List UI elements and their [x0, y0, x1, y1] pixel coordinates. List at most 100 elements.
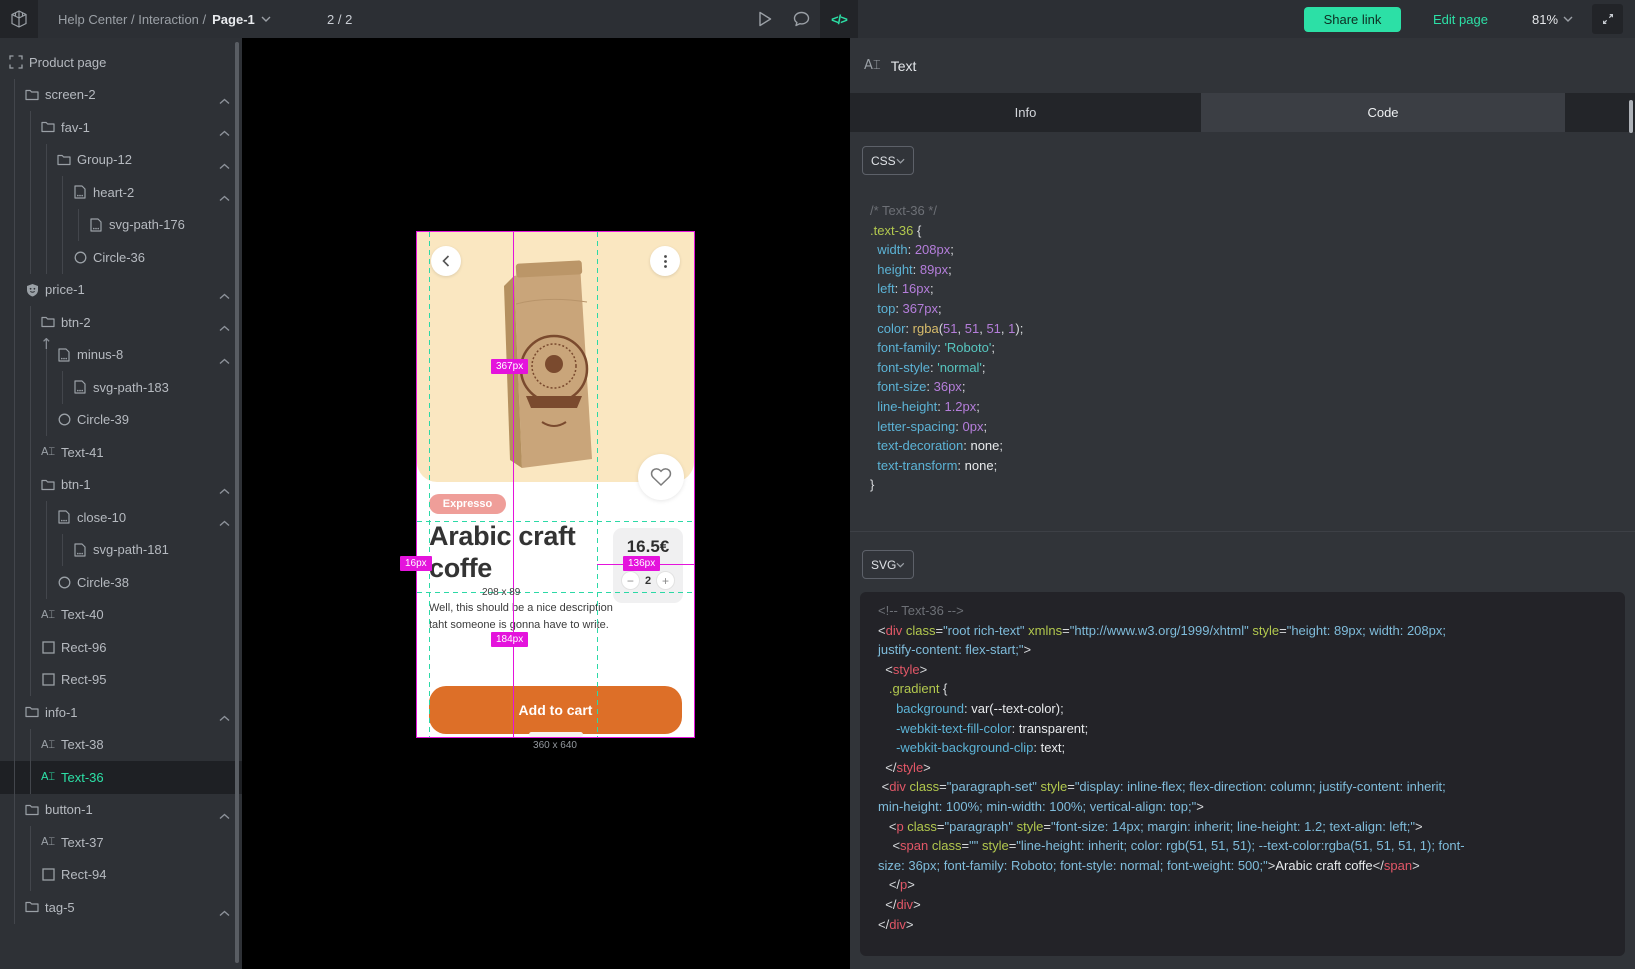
chevron-up-icon[interactable]	[219, 92, 230, 110]
kebab-menu-button[interactable]	[650, 246, 680, 276]
layer-row-button-1[interactable]: button-1	[0, 794, 242, 827]
layer-row-heart-2[interactable]: heart-2	[0, 176, 242, 209]
quantity-stepper[interactable]: − 2 +	[613, 571, 683, 590]
layer-row-fav-1[interactable]: fav-1	[0, 111, 242, 144]
tree-indent-guide	[30, 469, 31, 502]
code-line: justify-content: flex-start;">	[878, 640, 1465, 660]
chevron-up-icon[interactable]	[219, 807, 230, 825]
layer-row-text-38[interactable]: A⌶Text-38	[0, 729, 242, 762]
layer-row-info-1[interactable]: info-1	[0, 696, 242, 729]
code-view-button[interactable]: </>	[820, 0, 858, 38]
minus-icon: −	[627, 574, 634, 588]
layer-label: tag-5	[45, 900, 75, 915]
code-line: width: 208px;	[870, 240, 1023, 260]
tree-indent-guide	[46, 501, 47, 534]
chevron-up-icon[interactable]	[219, 904, 230, 922]
chevron-down-icon[interactable]	[261, 16, 271, 22]
svg-format-dropdown[interactable]: SVG	[862, 550, 914, 579]
product-title[interactable]: Arabic craft coffe	[429, 520, 603, 585]
layer-label: Text-37	[61, 835, 104, 850]
layer-row-tag-5[interactable]: tag-5	[0, 891, 242, 924]
increment-button[interactable]: +	[656, 571, 675, 590]
breadcrumb-current-page[interactable]: Page-1	[212, 12, 255, 27]
tree-indent-guide	[30, 664, 31, 697]
tree-indent-guide	[46, 566, 47, 599]
svgfile-icon	[72, 542, 88, 558]
favorite-button[interactable]	[638, 454, 684, 500]
tree-indent-guide	[14, 404, 15, 437]
tab-info[interactable]: Info	[850, 93, 1201, 132]
category-tag[interactable]: Expresso	[429, 494, 506, 514]
rect-icon	[40, 639, 56, 655]
layer-row-circle-38[interactable]: Circle-38	[0, 566, 242, 599]
decrement-button[interactable]: −	[621, 571, 640, 590]
layer-row-btn-1[interactable]: btn-1	[0, 469, 242, 502]
comments-button[interactable]	[782, 0, 820, 38]
layer-tree: Product pagescreen-2fav-1Group-12heart-2…	[0, 46, 242, 924]
layer-row-circle-36[interactable]: Circle-36	[0, 241, 242, 274]
fullscreen-button[interactable]	[1592, 4, 1623, 34]
svg-code-container: <!-- Text-36 --><div class="root rich-te…	[860, 592, 1625, 956]
text-icon: A⌶	[40, 769, 56, 785]
layer-row-text-37[interactable]: A⌶Text-37	[0, 826, 242, 859]
layer-label: btn-2	[61, 315, 91, 330]
sidebar-scrollbar[interactable]	[235, 42, 239, 963]
tab-code[interactable]: Code	[1201, 93, 1565, 132]
svg-code-block[interactable]: <!-- Text-36 --><div class="root rich-te…	[878, 601, 1465, 934]
back-button[interactable]	[431, 246, 461, 276]
tree-indent-guide	[30, 859, 31, 892]
app-logo[interactable]	[0, 0, 38, 38]
chevron-up-icon[interactable]	[219, 319, 230, 337]
chevron-up-icon[interactable]	[219, 157, 230, 175]
chevron-up-icon[interactable]	[219, 287, 230, 305]
zoom-level-dropdown[interactable]: 81%	[1532, 0, 1573, 38]
layer-row-circle-39[interactable]: Circle-39	[0, 404, 242, 437]
play-button[interactable]	[746, 0, 784, 38]
layer-row-group-12[interactable]: Group-12	[0, 144, 242, 177]
layer-row-minus-8[interactable]: minus-8	[0, 339, 242, 372]
css-code-block[interactable]: /* Text-36 */.text-36 { width: 208px; he…	[870, 201, 1023, 495]
edit-page-link[interactable]: Edit page	[1433, 0, 1488, 38]
layer-row-text-36[interactable]: A⌶Text-36	[0, 761, 242, 794]
breadcrumb[interactable]: Help Center / Interaction / Page-1	[58, 0, 271, 38]
layer-row-rect-95[interactable]: Rect-95	[0, 664, 242, 697]
share-link-button[interactable]: Share link	[1304, 7, 1401, 32]
layer-row-text-40[interactable]: A⌶Text-40	[0, 599, 242, 632]
chevron-up-icon[interactable]	[219, 352, 230, 370]
code-line: </div>	[878, 895, 1465, 915]
code-line: -webkit-text-fill-color: transparent;	[878, 719, 1465, 739]
tree-indent-guide	[14, 631, 15, 664]
code-line: </div>	[878, 915, 1465, 935]
layer-row-price-1[interactable]: price-1	[0, 274, 242, 307]
design-canvas[interactable]: Expresso Arabic craft coffe 16.5€ − 2 + …	[242, 38, 850, 969]
chevron-up-icon[interactable]	[219, 709, 230, 727]
svg-dropdown-value: SVG	[871, 558, 896, 572]
code-line: <div class="root rich-text" xmlns="http:…	[878, 621, 1465, 641]
product-screen-frame[interactable]: Expresso Arabic craft coffe 16.5€ − 2 + …	[417, 232, 694, 737]
layer-row-rect-96[interactable]: Rect-96	[0, 631, 242, 664]
layer-row-svg-path-181[interactable]: svg-path-181	[0, 534, 242, 567]
css-format-dropdown[interactable]: CSS	[862, 146, 914, 175]
quantity-value: 2	[645, 575, 651, 587]
folder-icon	[24, 899, 40, 915]
layer-row-svg-path-183[interactable]: svg-path-183	[0, 371, 242, 404]
shield-icon	[24, 282, 40, 298]
layer-row-svg-path-176[interactable]: svg-path-176	[0, 209, 242, 242]
layer-row-rect-94[interactable]: Rect-94	[0, 859, 242, 892]
chevron-up-icon[interactable]	[219, 514, 230, 532]
chevron-up-icon[interactable]	[219, 124, 230, 142]
layer-label: Circle-38	[77, 575, 129, 590]
layer-row-screen-2[interactable]: screen-2	[0, 79, 242, 112]
product-price: 16.5€	[613, 537, 683, 557]
add-to-cart-button[interactable]: Add to cart	[429, 686, 682, 734]
tree-indent-guide	[14, 339, 15, 372]
layer-row-close-10[interactable]: close-10	[0, 501, 242, 534]
tree-indent-guide	[30, 241, 31, 274]
chevron-up-icon[interactable]	[219, 482, 230, 500]
layer-row-text-41[interactable]: A⌶Text-41	[0, 436, 242, 469]
layer-row-product page[interactable]: Product page	[0, 46, 242, 79]
layer-row-btn-2[interactable]: btn-2	[0, 306, 242, 339]
code-line: line-height: 1.2px;	[870, 397, 1023, 417]
chevron-up-icon[interactable]	[219, 189, 230, 207]
panel-scrollbar[interactable]	[1629, 100, 1633, 133]
